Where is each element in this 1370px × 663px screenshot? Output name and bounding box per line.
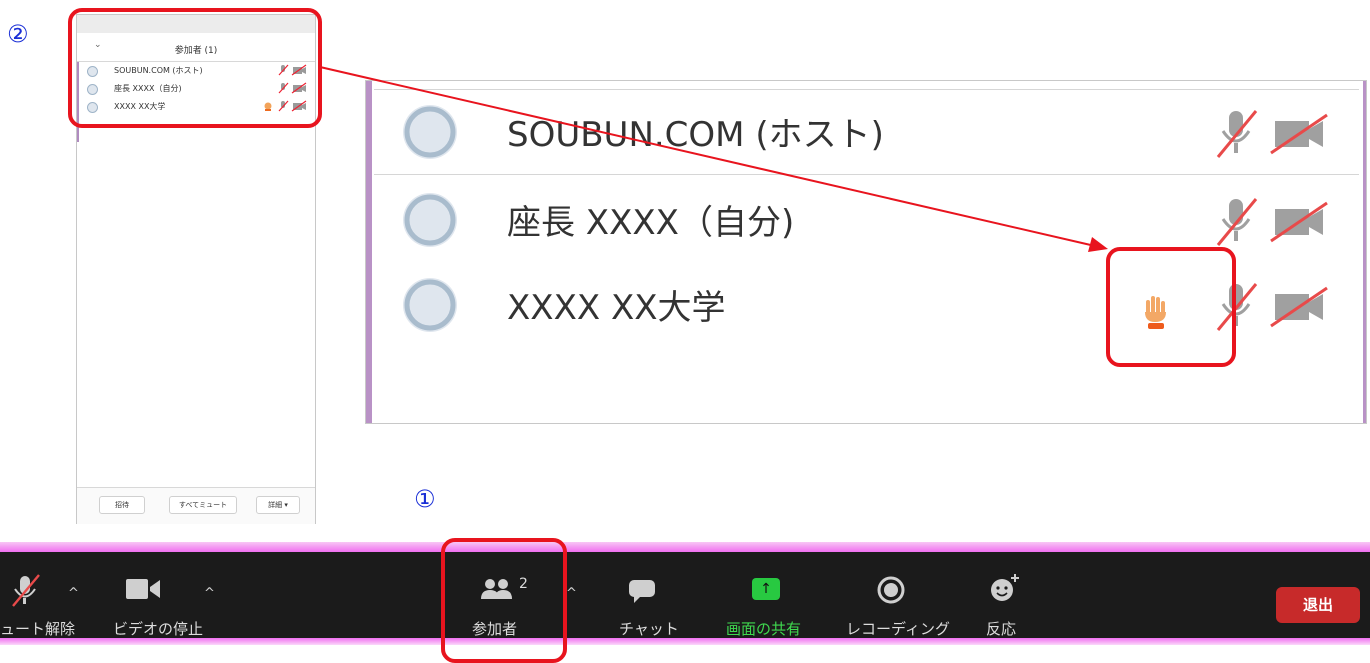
reactions-button[interactable]: 反応 bbox=[986, 618, 1016, 639]
mic-muted-icon[interactable] bbox=[8, 572, 44, 608]
leave-button[interactable]: 退出 bbox=[1276, 587, 1360, 623]
highlight-participants-button bbox=[441, 538, 567, 663]
caret-up-icon[interactable]: ^ bbox=[68, 586, 79, 601]
meeting-toolbar: ^ ュート解除 ^ ビデオの停止 2 ^ 参加者 チャット ↑ 画面の共有 レコ… bbox=[0, 542, 1370, 645]
caret-up-icon[interactable]: ^ bbox=[566, 586, 577, 601]
video-camera-icon[interactable] bbox=[124, 576, 162, 602]
caret-up-icon[interactable]: ^ bbox=[204, 586, 215, 601]
chat-button[interactable]: チャット bbox=[619, 618, 679, 639]
toolbar-glow-top bbox=[0, 542, 1370, 552]
stop-video-label[interactable]: ビデオの停止 bbox=[113, 618, 203, 639]
record-icon[interactable] bbox=[876, 575, 906, 605]
record-button[interactable]: レコーディング bbox=[846, 618, 950, 639]
step-1-marker: ① bbox=[414, 485, 436, 513]
unmute-label[interactable]: ュート解除 bbox=[0, 618, 75, 639]
reaction-icon[interactable] bbox=[988, 572, 1022, 604]
chat-icon[interactable] bbox=[627, 578, 657, 604]
toolbar-glow-bottom bbox=[0, 638, 1370, 645]
share-screen-icon[interactable]: ↑ bbox=[752, 578, 780, 600]
share-screen-button[interactable]: 画面の共有 bbox=[726, 618, 801, 639]
